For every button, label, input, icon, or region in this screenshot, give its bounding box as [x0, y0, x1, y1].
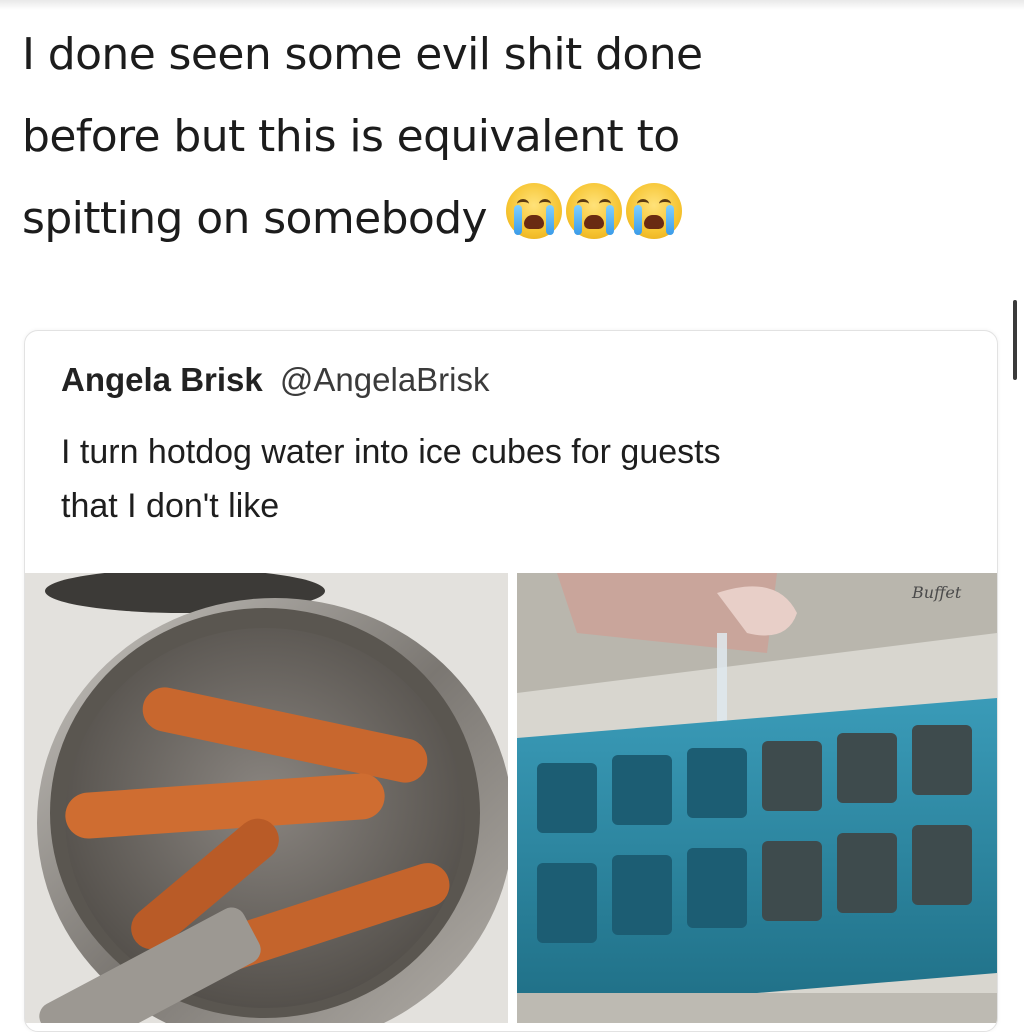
- ice-tray-photo[interactable]: Buffet: [517, 573, 997, 1023]
- loudly-crying-face-icon: [566, 183, 623, 239]
- emoji-group: [506, 183, 683, 239]
- caption-line: I done seen some evil shit done: [22, 29, 703, 80]
- tweet-text-line: that I don't like: [61, 487, 280, 525]
- meme-caption: I done seen some evil shit done before b…: [22, 14, 982, 260]
- ice-tray-illustration: Buffet: [517, 573, 997, 1023]
- caption-line: spitting on somebody: [22, 193, 488, 244]
- embedded-tweet-card[interactable]: Angela Brisk @AngelaBrisk I turn hotdog …: [24, 330, 998, 1032]
- loudly-crying-face-icon: [506, 183, 563, 239]
- top-divider: [0, 0, 1024, 10]
- tray-brand-label: Buffet: [911, 583, 962, 602]
- hotdog-pot-illustration: [25, 573, 508, 1023]
- hotdog-pot-photo[interactable]: [25, 573, 508, 1023]
- author-name[interactable]: Angela Brisk: [61, 361, 263, 398]
- tweet-author: Angela Brisk @AngelaBrisk: [61, 361, 490, 399]
- tweet-text: I turn hotdog water into ice cubes for g…: [61, 425, 981, 533]
- loudly-crying-face-icon: [626, 183, 683, 239]
- scroll-indicator: [1013, 300, 1017, 380]
- tweet-text-line: I turn hotdog water into ice cubes for g…: [61, 433, 721, 471]
- caption-line: before but this is equivalent to: [22, 111, 680, 162]
- author-handle[interactable]: @AngelaBrisk: [280, 361, 490, 398]
- caption-line-with-emojis: spitting on somebody: [22, 178, 982, 260]
